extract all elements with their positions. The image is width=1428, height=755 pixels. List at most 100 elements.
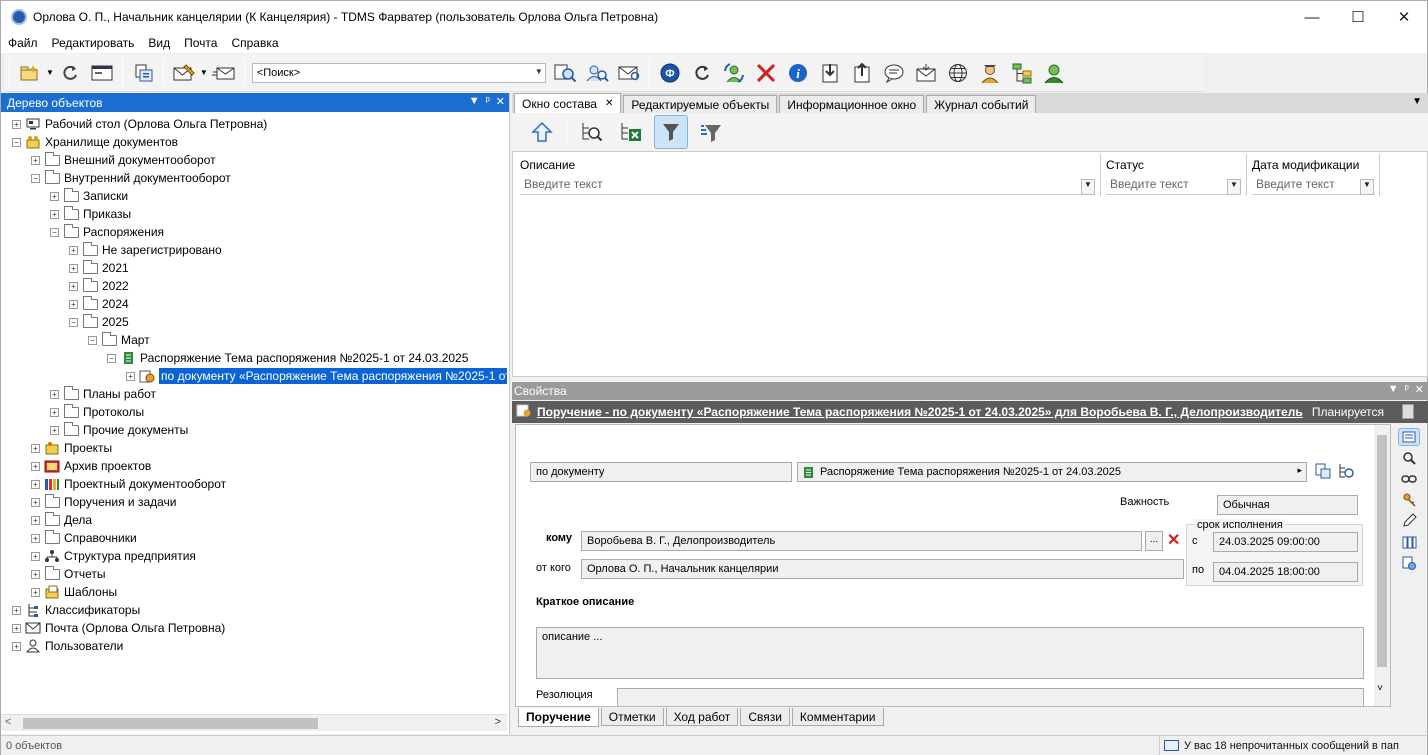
info-icon[interactable]: i: [785, 60, 811, 86]
mail-inbox-icon[interactable]: [913, 60, 939, 86]
delete-tools-icon[interactable]: [753, 60, 779, 86]
expand-icon[interactable]: +: [126, 371, 135, 381]
search-combobox[interactable]: <Поиск> ▼: [251, 62, 546, 83]
tree-node[interactable]: + Поручения и задачи: [31, 493, 177, 511]
importance-field[interactable]: Обычная: [1217, 495, 1358, 515]
expand-icon[interactable]: +: [12, 641, 21, 651]
expand-icon[interactable]: +: [12, 605, 21, 615]
structure-view-icon[interactable]: [130, 60, 156, 86]
filter-dropdown-icon[interactable]: ▼: [1081, 179, 1095, 195]
filter-dropdown-icon[interactable]: ▼: [1227, 179, 1241, 195]
tab-task[interactable]: Поручение: [518, 708, 599, 727]
to-field[interactable]: Воробьева В. Г., Делопроизводитель: [581, 531, 1142, 551]
message-icon[interactable]: [881, 60, 907, 86]
end-date-field[interactable]: 04.04.2025 18:00:00: [1213, 562, 1358, 582]
tree-node[interactable]: +2022: [69, 277, 129, 295]
go-up-icon[interactable]: [525, 115, 559, 149]
collapse-icon[interactable]: −: [88, 335, 97, 345]
tree-node[interactable]: + Структура предприятия: [31, 547, 196, 565]
globe-icon[interactable]: [945, 60, 971, 86]
unread-messages-notice[interactable]: У вас 18 непрочитанных сообщений в пап: [1159, 736, 1427, 755]
tree-node[interactable]: − 2025: [69, 313, 129, 331]
expand-icon[interactable]: +: [12, 623, 21, 633]
expand-icon[interactable]: +: [69, 299, 78, 309]
menu-view[interactable]: Вид: [141, 36, 177, 50]
tree-node[interactable]: + Проектный документооборот: [31, 475, 226, 493]
choose-recipient-button[interactable]: ...: [1145, 531, 1163, 551]
filter-dropdown-icon[interactable]: ▼: [1360, 179, 1374, 195]
tree-node[interactable]: +2021: [69, 259, 129, 277]
collapse-icon[interactable]: −: [69, 317, 78, 327]
admin-user-icon[interactable]: [977, 60, 1003, 86]
menu-file[interactable]: Файл: [1, 36, 45, 50]
tab-edited-objects[interactable]: Редактируемые объекты: [623, 95, 778, 113]
open-document-icon[interactable]: [1314, 462, 1332, 483]
menu-mail[interactable]: Почта: [177, 36, 224, 50]
expand-icon[interactable]: +: [69, 245, 78, 255]
expand-icon[interactable]: +: [50, 209, 59, 219]
tree-node[interactable]: + Архив проектов: [31, 457, 151, 475]
user-profile-icon[interactable]: [1041, 60, 1067, 86]
tree-node[interactable]: − Хранилище документов: [12, 133, 178, 151]
tab-links[interactable]: Связи: [740, 708, 790, 726]
tab-progress[interactable]: Ход работ: [665, 708, 739, 726]
tree-node[interactable]: + Внешний документооборот: [31, 151, 216, 169]
tree-node[interactable]: + Проекты: [31, 439, 112, 457]
collapse-icon[interactable]: −: [31, 173, 40, 183]
collapse-icon[interactable]: −: [107, 353, 116, 363]
minimize-button[interactable]: —: [1289, 1, 1335, 33]
clear-recipient-icon[interactable]: ✕: [1167, 530, 1180, 550]
basis-document-field[interactable]: Распоряжение Тема распоряжения №2025-1 о…: [797, 462, 1307, 482]
mail-dropdown-icon[interactable]: ▼: [200, 68, 208, 77]
tab-composition[interactable]: Окно состава ✕: [514, 93, 622, 113]
column-header[interactable]: Статус: [1106, 158, 1241, 174]
column-header[interactable]: Описание: [520, 158, 1095, 174]
refresh-icon[interactable]: [57, 60, 83, 86]
pane-menu-icon[interactable]: ▼: [1388, 383, 1399, 396]
menu-help[interactable]: Справка: [224, 36, 285, 50]
link-icon[interactable]: [1398, 470, 1420, 488]
pen-icon[interactable]: [1398, 512, 1420, 530]
sync-users-icon[interactable]: [721, 60, 747, 86]
expand-icon[interactable]: +: [31, 551, 40, 561]
form-vertical-scrollbar[interactable]: ˅: [1374, 425, 1390, 706]
expand-icon[interactable]: +: [31, 443, 40, 453]
short-description-field[interactable]: описание ...: [536, 627, 1364, 679]
filter-icon[interactable]: [654, 115, 688, 149]
tree-node[interactable]: + Прочие документы: [50, 421, 188, 439]
close-window-button[interactable]: ✕: [1381, 1, 1427, 33]
tab-info-window[interactable]: Информационное окно: [779, 95, 925, 113]
tree-node[interactable]: + Записки: [50, 187, 128, 205]
tab-comments[interactable]: Комментарии: [791, 708, 884, 726]
tree-node[interactable]: + по документу «Распоряжение Тема распоря…: [126, 367, 507, 385]
tree-node[interactable]: − Распоряжение Тема распоряжения №2025-1 …: [107, 349, 468, 367]
tree-node[interactable]: + Пользователи: [12, 637, 123, 655]
pin-icon[interactable]: ᵖ: [486, 95, 490, 108]
expand-icon[interactable]: +: [31, 533, 40, 543]
tree-node[interactable]: + Почта (Орлова Ольга Петровна): [12, 619, 225, 637]
basis-type-field[interactable]: по документу: [530, 462, 792, 482]
tree-node[interactable]: + Не зарегистрировано: [69, 241, 222, 259]
expand-icon[interactable]: +: [50, 425, 59, 435]
status-filter-input[interactable]: Введите текст ▼: [1106, 177, 1241, 195]
collapse-icon[interactable]: −: [50, 227, 59, 237]
tree-node[interactable]: + Приказы: [50, 205, 131, 223]
document-out-icon[interactable]: [849, 60, 875, 86]
scroll-thumb[interactable]: [23, 718, 318, 729]
tree-node[interactable]: + Справочники: [31, 529, 137, 547]
tree-node[interactable]: − Внутренний документооборот: [31, 169, 231, 187]
resolution-field[interactable]: [617, 688, 1364, 706]
tab-marks[interactable]: Отметки: [600, 708, 664, 726]
scroll-thumb[interactable]: [1377, 435, 1387, 667]
expand-icon[interactable]: +: [31, 497, 40, 507]
expand-icon[interactable]: +: [69, 263, 78, 273]
pin-icon[interactable]: ᵖ: [1405, 383, 1409, 396]
pane-close-icon[interactable]: ✕: [1415, 383, 1424, 396]
tabs-menu-icon[interactable]: ▼: [1412, 96, 1422, 107]
search-dropdown-icon[interactable]: ▼: [535, 67, 543, 76]
tree-node[interactable]: + Шаблоны: [31, 583, 117, 601]
scroll-right-icon[interactable]: >: [495, 716, 501, 728]
basis-arrow-icon[interactable]: ▸: [1297, 465, 1302, 476]
send-mail-icon[interactable]: [211, 60, 237, 86]
tree-node[interactable]: + Рабочий стол (Орлова Ольга Петровна): [12, 115, 267, 133]
